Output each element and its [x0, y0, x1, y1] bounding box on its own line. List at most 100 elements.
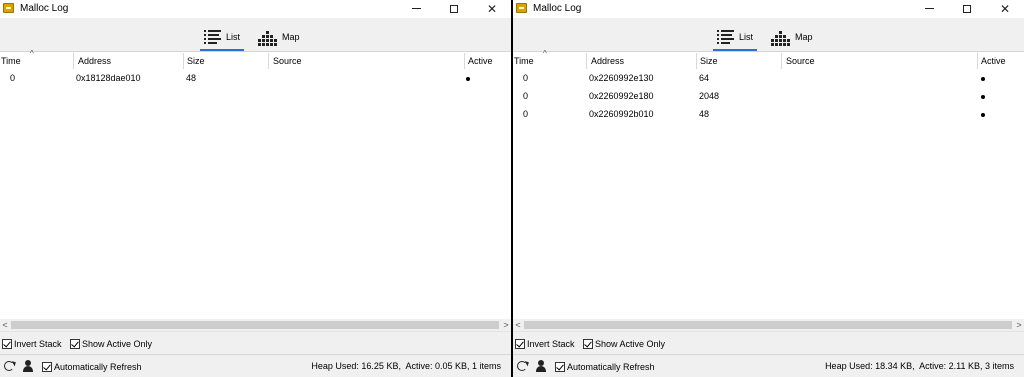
- cell-address: 0x18128dae010: [76, 73, 141, 83]
- cell-size: 48: [186, 73, 197, 83]
- invert-stack-label: Invert Stack: [527, 339, 575, 349]
- table-row[interactable]: 0 0x2260992b010 48: [513, 105, 1024, 123]
- maximize-button[interactable]: [948, 0, 986, 17]
- malloc-log-window-right: Malloc Log ✕ List Map Time ^ Address Siz…: [513, 0, 1024, 377]
- title-bar[interactable]: Malloc Log ✕: [0, 0, 511, 17]
- window-title: Malloc Log: [20, 3, 69, 14]
- user-icon[interactable]: [23, 360, 33, 372]
- tab-map-label: Map: [282, 32, 300, 42]
- app-icon: [3, 3, 14, 13]
- invert-stack-checkbox[interactable]: Invert Stack: [515, 338, 575, 350]
- tab-map[interactable]: Map: [254, 23, 304, 51]
- minimize-button[interactable]: [910, 0, 948, 17]
- malloc-log-window-left: Malloc Log ✕ List Map Time ^ Address Siz…: [0, 0, 511, 377]
- minimize-icon: [411, 8, 421, 9]
- refresh-icon[interactable]: [4, 361, 14, 371]
- scroll-thumb[interactable]: [11, 321, 499, 329]
- map-icon: [771, 29, 790, 46]
- column-header-time[interactable]: Time: [1, 53, 21, 69]
- checkbox-icon: [70, 339, 80, 349]
- invert-stack-checkbox[interactable]: Invert Stack: [2, 338, 62, 350]
- cell-size: 64: [699, 73, 710, 83]
- heap-status-text: Heap Used: 18.34 KB, Active: 2.11 KB, 3 …: [825, 361, 1014, 371]
- active-indicator: [981, 113, 985, 117]
- auto-refresh-checkbox[interactable]: Automatically Refresh: [42, 361, 142, 373]
- window-title: Malloc Log: [533, 3, 582, 14]
- map-icon: [258, 29, 277, 46]
- view-toolbar: List Map: [0, 18, 511, 52]
- horizontal-scrollbar[interactable]: < >: [0, 319, 511, 331]
- active-indicator: [981, 95, 985, 99]
- scroll-right-icon[interactable]: >: [501, 319, 511, 331]
- table-row[interactable]: 0 0x2260992e130 64: [513, 69, 1024, 87]
- table-header: Time ^ Address Size Source Active: [0, 49, 511, 69]
- minimize-button[interactable]: [397, 0, 435, 17]
- column-header-size[interactable]: Size: [187, 53, 205, 69]
- maximize-button[interactable]: [435, 0, 473, 17]
- column-header-active[interactable]: Active: [981, 53, 1006, 69]
- invert-stack-label: Invert Stack: [14, 339, 62, 349]
- cell-address: 0x2260992e130: [589, 73, 654, 83]
- auto-refresh-label: Automatically Refresh: [567, 362, 655, 372]
- close-icon: ✕: [486, 1, 498, 16]
- show-active-only-label: Show Active Only: [82, 339, 153, 349]
- checkbox-icon: [42, 362, 52, 372]
- cell-time: 0: [523, 73, 529, 83]
- column-header-source[interactable]: Source: [273, 53, 302, 69]
- show-active-only-checkbox[interactable]: Show Active Only: [583, 338, 665, 350]
- show-active-only-checkbox[interactable]: Show Active Only: [70, 338, 152, 350]
- sort-ascending-icon: ^: [543, 49, 547, 58]
- tab-map[interactable]: Map: [767, 23, 817, 51]
- list-icon: [204, 29, 221, 46]
- column-header-address[interactable]: Address: [78, 53, 111, 69]
- show-active-only-label: Show Active Only: [595, 339, 666, 349]
- options-bar: Invert Stack Show Active Only: [0, 331, 511, 354]
- column-header-address[interactable]: Address: [591, 53, 624, 69]
- active-indicator: [466, 77, 470, 81]
- cell-size: 2048: [699, 91, 720, 101]
- scroll-right-icon[interactable]: >: [1014, 319, 1024, 331]
- status-bar: Automatically Refresh Heap Used: 18.34 K…: [513, 354, 1024, 377]
- scroll-thumb[interactable]: [524, 321, 1012, 329]
- status-bar: Automatically Refresh Heap Used: 16.25 K…: [0, 354, 511, 377]
- close-button[interactable]: ✕: [473, 0, 511, 17]
- user-icon[interactable]: [536, 360, 546, 372]
- column-header-active[interactable]: Active: [468, 53, 493, 69]
- auto-refresh-checkbox[interactable]: Automatically Refresh: [555, 361, 655, 373]
- tab-list-label: List: [739, 32, 754, 42]
- cell-time: 0: [523, 109, 529, 119]
- horizontal-scrollbar[interactable]: < >: [513, 319, 1024, 331]
- tab-list[interactable]: List: [200, 23, 245, 51]
- allocation-table: Time ^ Address Size Source Active 0 0x226…: [513, 49, 1024, 331]
- tab-map-label: Map: [795, 32, 813, 42]
- list-icon: [717, 29, 734, 46]
- checkbox-icon: [555, 362, 565, 372]
- allocation-table: Time ^ Address Size Source Active 0 0x181…: [0, 49, 511, 331]
- table-row[interactable]: 0 0x18128dae010 48: [0, 69, 511, 87]
- scroll-left-icon[interactable]: <: [513, 319, 523, 331]
- cell-time: 0: [523, 91, 529, 101]
- table-row[interactable]: 0 0x2260992e180 2048: [513, 87, 1024, 105]
- checkbox-icon: [515, 339, 525, 349]
- checkbox-icon: [2, 339, 12, 349]
- heap-status-text: Heap Used: 16.25 KB, Active: 0.05 KB, 1 …: [311, 361, 501, 371]
- column-header-time[interactable]: Time: [514, 53, 534, 69]
- column-header-source[interactable]: Source: [786, 53, 815, 69]
- column-header-size[interactable]: Size: [700, 53, 718, 69]
- close-button[interactable]: ✕: [986, 0, 1024, 17]
- app-icon: [516, 3, 527, 13]
- auto-refresh-label: Automatically Refresh: [54, 362, 142, 372]
- options-bar: Invert Stack Show Active Only: [513, 331, 1024, 354]
- minimize-icon: [924, 8, 934, 9]
- maximize-icon: [963, 4, 971, 13]
- refresh-icon[interactable]: [517, 361, 527, 371]
- scroll-left-icon[interactable]: <: [0, 319, 10, 331]
- title-bar[interactable]: Malloc Log ✕: [513, 0, 1024, 17]
- active-indicator: [981, 77, 985, 81]
- sort-ascending-icon: ^: [30, 49, 34, 58]
- cell-time: 0: [10, 73, 16, 83]
- maximize-icon: [450, 4, 458, 13]
- tab-list[interactable]: List: [713, 23, 758, 51]
- checkbox-icon: [583, 339, 593, 349]
- table-header: Time ^ Address Size Source Active: [513, 49, 1024, 69]
